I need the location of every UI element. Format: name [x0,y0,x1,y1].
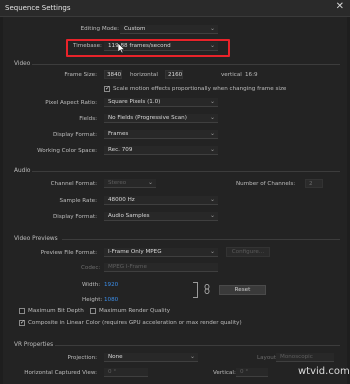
frame-height-field[interactable]: 2160 [165,70,183,79]
video-previews-section-title: Video Previews [14,236,58,242]
frame-size-label: Frame Size: [64,72,97,78]
sample-rate-label: Sample Rate: [59,198,97,204]
audio-display-format-select[interactable]: Audio Samples ⌄ [104,212,218,221]
horizontal-view-label: Horizontal Captured View: [24,370,97,376]
projection-label: Projection: [67,355,97,361]
aspect-ratio-value: 16:9 [245,72,258,78]
horizontal-view-select[interactable]: 0 ° [104,368,148,377]
max-bit-depth-label: Maximum Bit Depth [28,308,84,314]
window-title: Sequence Settings [5,4,71,12]
preview-width-label: Width: [82,282,101,288]
scale-motion-label: Scale motion effects proportionally when… [113,86,287,92]
watermark-text: wtvid.com [298,366,350,377]
preview-height-value[interactable]: 1080 [104,297,118,303]
codec-select[interactable]: MPEG I-Frame [104,263,218,272]
preview-file-format-label: Preview File Format: [40,250,97,256]
chevron-down-icon: ⌄ [189,353,195,360]
timebase-label: Timebase: [73,43,102,49]
vertical-view-select[interactable]: 0 ° [236,368,268,377]
editing-mode-label: Editing Mode: [80,26,119,32]
max-render-label: Maximum Render Quality [99,308,171,314]
chevron-down-icon: ⌄ [209,212,215,219]
vertical-label: vertical [221,72,242,78]
chevron-down-icon: ⌄ [147,179,153,186]
vertical-view-label: Vertical: [213,370,236,376]
audio-section-title: Audio [14,168,31,174]
audio-display-format-label: Display Format: [53,214,97,220]
divider [32,171,340,172]
max-render-checkbox[interactable] [90,308,96,314]
chevron-down-icon: ⌄ [209,42,215,49]
divider [32,64,340,65]
layout-select[interactable]: Monoscopic [276,353,334,362]
chevron-down-icon: ⌄ [209,248,215,255]
composite-linear-checkbox[interactable] [19,319,25,326]
mouse-cursor-icon [118,43,125,53]
num-channels-field[interactable]: 2 [305,179,323,188]
reset-button[interactable]: Reset [219,285,266,295]
working-color-label: Working Color Space: [37,148,97,154]
max-bit-depth-checkbox[interactable] [19,308,25,314]
video-section-title: Video [14,61,31,67]
title-bar: Sequence Settings ✕ [0,0,350,17]
projection-select[interactable]: None ⌄ [104,353,198,362]
link-bracket [193,282,198,298]
horizontal-label: horizontal [130,72,158,78]
working-color-select[interactable]: Rec. 709 ⌄ [104,146,218,155]
frame-width-field[interactable]: 3840 [104,70,122,79]
pixel-aspect-select[interactable]: Square Pixels (1.0) ⌄ [104,98,218,107]
scale-motion-checkbox[interactable] [104,85,110,92]
num-channels-label: Number of Channels: [236,181,296,187]
preview-file-format-select[interactable]: I-Frame Only MPEG ⌄ [104,248,218,257]
chevron-down-icon: ⌄ [209,98,215,105]
chevron-down-icon: ⌄ [209,130,215,137]
channel-format-label: Channel Format: [50,181,97,187]
editing-mode-select[interactable]: Custom ⌄ [120,25,218,34]
link-icon[interactable] [204,284,210,294]
chevron-down-icon: ⌄ [209,25,215,32]
divider [55,345,340,346]
preview-height-label: Height: [82,297,103,303]
pixel-aspect-label: Pixel Aspect Ratio: [45,100,97,106]
chevron-down-icon: ⌄ [209,114,215,121]
configure-button[interactable]: Configure... [226,247,270,257]
divider [62,239,340,240]
display-format-select[interactable]: Frames ⌄ [104,130,218,139]
close-icon[interactable]: ✕ [336,2,344,12]
layout-label: Layout: [257,355,278,361]
chevron-down-icon: ⌄ [209,196,215,203]
codec-label: Codec: [81,265,101,271]
channel-format-select[interactable]: Stereo ⌄ [104,179,156,188]
sample-rate-select[interactable]: 48000 Hz ⌄ [104,196,218,205]
fields-label: Fields: [79,116,97,122]
preview-width-value[interactable]: 1920 [104,282,118,288]
chevron-down-icon: ⌄ [209,146,215,153]
fields-select[interactable]: No Fields (Progressive Scan) ⌄ [104,114,218,123]
display-format-label: Display Format: [53,132,97,138]
composite-linear-label: Composite in Linear Color (requires GPU … [28,320,242,326]
vr-section-title: VR Properties [14,342,54,348]
